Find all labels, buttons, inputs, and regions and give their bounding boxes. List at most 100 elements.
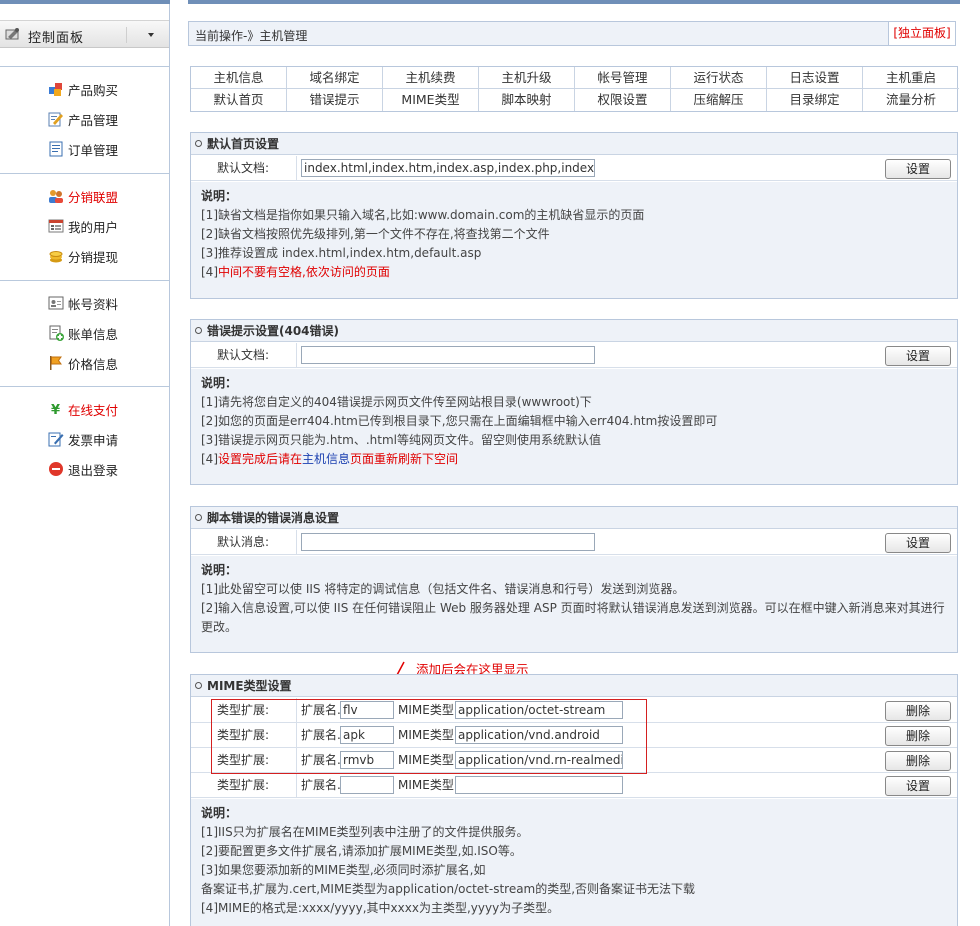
error-doc-row: 默认文档: 设置 [191,343,957,368]
sidebar-item[interactable]: ¥ 在线支付 [48,399,118,419]
set-mime-button[interactable]: 设置 [885,776,951,796]
note-prefix: [4] [201,265,218,279]
script-msg-set-button[interactable]: 设置 [885,533,951,553]
ext-label: 扩展名. [301,778,341,792]
ext-input[interactable] [340,776,394,794]
error-page-title-text: 错误提示设置(404错误) [207,324,340,338]
sidebar-item[interactable]: 我的用户 [48,216,118,236]
error-page-panel-title: 错误提示设置(404错误) [191,320,957,342]
nav-tab[interactable]: 脚本映射 [479,89,575,111]
sidebar-item[interactable]: 产品购买 [48,79,118,99]
host-info-link[interactable]: 主机信息 [302,452,350,466]
script-error-panel: 脚本错误的错误消息设置 默认消息: 设置 说明： [1]此处留空可以使 IIS … [190,506,958,653]
mime-title-text: MIME类型设置 [207,679,292,693]
sidebar-item-label: 价格信息 [68,356,119,372]
note-line: [2]如您的页面是err404.htm已传到根目录下,您只需在上面编辑框中输入e… [201,414,718,428]
sidebar-item-label: 订单管理 [68,142,119,158]
note-line: [2]要配置更多文件扩展名,请添加扩展MIME类型,如.ISO等。 [201,844,522,858]
nav-tab[interactable]: 目录绑定 [767,89,863,111]
breadcrumb: 当前操作-》主机管理 [独立面板] [188,21,956,46]
note-line: [3]如果您要添加新的MIME类型,必须同时添扩展名,如 [201,863,486,877]
nav-tab[interactable]: 压缩解压 [671,89,767,111]
sidebar-item-label: 退出登录 [68,462,119,478]
breadcrumb-text: 当前操作-》主机管理 [195,29,308,43]
sidebar-group: 分销联盟我的用户分销提现 [0,173,169,281]
note-warning: 设置完成后请在 [218,452,303,466]
script-msg-input[interactable] [301,533,595,551]
note-line: [2]输入信息设置,可以使 IIS 在任何错误阻止 Web 服务器处理 ASP … [201,601,945,615]
sidebar-item[interactable]: 退出登录 [48,459,118,479]
svg-text:¥: ¥ [51,403,60,417]
mime-type-input[interactable] [455,776,623,794]
default-page-title-text: 默认首页设置 [207,137,280,151]
note-line: [2]缺省文档按照优先级排列,第一个文件不存在,将查找第二个文件 [201,227,550,241]
note-line: [4]MIME的格式是:xxxx/yyyy,其中xxxx为主类型,yyyy为子类… [201,901,560,915]
default-doc-set-button[interactable]: 设置 [885,159,951,179]
note-line: 更改。 [201,620,238,634]
sidebar-item[interactable]: 产品管理 [48,109,118,129]
host-function-nav: 主机信息 域名绑定 主机续费 主机升级 帐号管理 运行状态 日志设置 主机重启默认首页 错误提示… [190,66,959,112]
mime-row-label: 类型扩展: [191,773,297,797]
default-page-panel: 默认首页设置 默认文档: index.html,index.htm,index.… [190,132,958,299]
logout-icon [48,461,64,477]
nav-tab[interactable]: 错误提示 [287,89,383,111]
delete-mime-button[interactable]: 删除 [885,726,951,746]
sidebar-item-label: 发票申请 [68,432,119,448]
error-doc-input[interactable] [301,346,595,364]
sidebar-item[interactable]: 价格信息 [48,353,118,373]
sidebar-item-label: 产品管理 [68,112,119,128]
sidebar-group: 产品购买产品管理订单管理 [0,66,169,174]
error-doc-set-button[interactable]: 设置 [885,346,951,366]
nav-tab[interactable]: 主机续费 [383,67,479,89]
script-error-notes: 说明： [1]此处留空可以使 IIS 将特定的调试信息（包括文件名、错误消息和行… [191,556,957,652]
nav-tab[interactable]: 帐号管理 [575,67,671,89]
content-top-bar [188,0,960,4]
sidebar-item[interactable]: 发票申请 [48,429,118,449]
nav-tab[interactable]: 权限设置 [575,89,671,111]
sidebar-item[interactable]: 帐号资料 [48,293,118,313]
mime-panel-title: MIME类型设置 [191,675,957,697]
nav-tab[interactable]: 主机升级 [479,67,575,89]
sidebar-item[interactable]: 分销联盟 [48,186,118,206]
sidebar-item[interactable]: 账单信息 [48,323,118,343]
error-doc-label: 默认文档: [191,343,297,367]
note-line: [3]错误提示网页只能为.htm、.html等纯网页文件。留空则使用系统默认值 [201,433,601,447]
script-msg-row: 默认消息: 设置 [191,530,957,555]
sidebar-item[interactable]: 分销提现 [48,246,118,266]
added-mime-highlight-box [211,699,647,774]
flag-icon [48,355,64,371]
dropdown-separator [126,27,127,43]
sidebar-item-label: 在线支付 [68,402,119,418]
nav-tab[interactable]: MIME类型 [383,89,479,111]
user-list-icon [48,218,64,234]
nav-tab[interactable]: 日志设置 [767,67,863,89]
independent-panel-link[interactable]: [独立面板] [888,22,955,45]
note-line: [4]设置完成后请在主机信息页面重新刷新下空间 [201,450,947,469]
notes-heading: 说明： [201,563,238,577]
sidebar-top-bar [0,0,170,4]
nav-tab[interactable]: 默认首页 [191,89,287,111]
note-warning: 页面重新刷新下空间 [350,452,459,466]
note-warning: 中间不要有空格,依次访问的页面 [218,265,390,279]
default-doc-input[interactable]: index.html,index.htm,index.asp,index.php… [301,159,595,177]
edit-icon [48,111,64,127]
script-msg-label: 默认消息: [191,530,297,554]
delete-mime-button[interactable]: 删除 [885,751,951,771]
nav-tab[interactable]: 运行状态 [671,67,767,89]
chevron-down-icon[interactable] [148,33,154,37]
control-panel-dropdown[interactable]: 控制面板 [0,20,169,48]
note-line: [4]中间不要有空格,依次访问的页面 [201,263,947,282]
sidebar-item-label: 帐号资料 [68,296,119,312]
nav-tab[interactable]: 流量分析 [863,89,959,111]
note-line: [1]缺省文档是指你如果只输入域名,比如:www.domain.com的主机缺省… [201,208,645,222]
sidebar-group: 帐号资料账单信息价格信息 [0,280,169,388]
control-panel-title: 控制面板 [28,31,85,46]
notes-heading: 说明： [201,376,238,390]
nav-tab[interactable]: 主机信息 [191,67,287,89]
sidebar-item[interactable]: 订单管理 [48,139,118,159]
delete-mime-button[interactable]: 删除 [885,701,951,721]
nav-tab[interactable]: 域名绑定 [287,67,383,89]
yen-icon: ¥ [48,401,64,418]
wrench-icon [5,28,19,40]
nav-tab[interactable]: 主机重启 [863,67,959,89]
